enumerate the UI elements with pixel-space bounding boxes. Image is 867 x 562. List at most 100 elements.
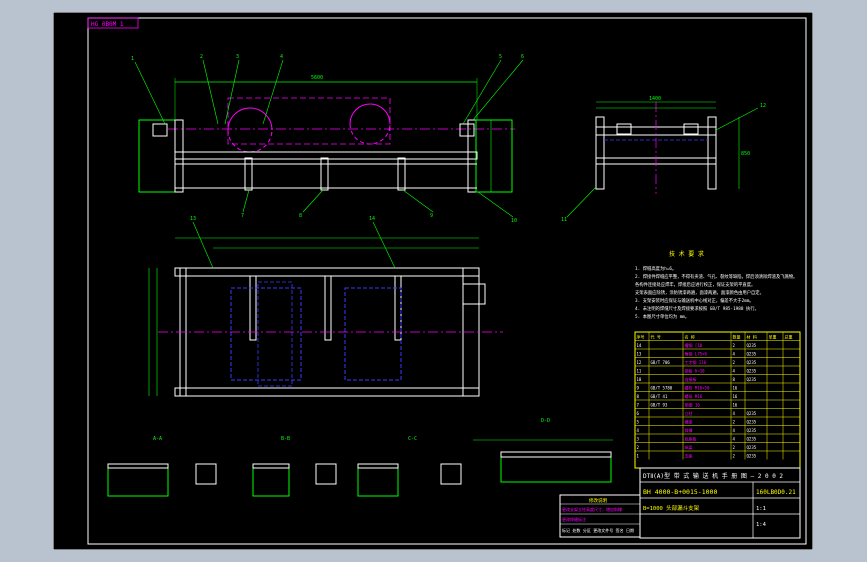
- parts-table-cell: 螺栓 M16×50: [685, 384, 710, 390]
- parts-table-cell: GB/T 41: [651, 394, 668, 399]
- plan-pin-detail: [462, 283, 486, 305]
- dim-total-length-text: 5600: [311, 75, 323, 81]
- section-label-a: A-A: [153, 436, 162, 442]
- leader-6: [472, 59, 524, 121]
- pulley-arc-right: [349, 103, 391, 125]
- parts-table-header-cell: 材 料: [747, 333, 757, 339]
- parts-table-cell: Q235: [747, 351, 757, 356]
- section-b-outline: [252, 463, 290, 497]
- side-view[interactable]: 1400 850 11 12: [561, 96, 766, 223]
- parts-table-cell: GB/T 706: [651, 360, 671, 365]
- revision-header: 修改说明: [589, 497, 607, 504]
- plan-leader-14: [372, 221, 396, 269]
- balloon-8: 8: [299, 213, 302, 219]
- balloon-5: 5: [499, 54, 502, 60]
- cad-drawing-svg[interactable]: HG 0B0M 1 5600 1 2 3 4 5 6 7 8 9 10 1400…: [53, 12, 813, 550]
- front-elevation-view[interactable]: 5600 1 2 3 4 5 6 7 8 9 10: [131, 54, 524, 224]
- section-details[interactable]: A-A B-B C-C D-D: [107, 418, 613, 497]
- parts-table-cell: 2: [733, 453, 736, 458]
- side-bearing-right: [683, 123, 699, 135]
- parts-table-cell: Q235: [747, 453, 757, 458]
- parts-table-cell: 2: [733, 360, 736, 365]
- leader-5: [462, 59, 502, 125]
- parts-table-cell: 16: [733, 394, 738, 399]
- leader-7: [242, 189, 250, 213]
- outer-border: [53, 12, 813, 550]
- revision-row-2: 更改焊缝标注: [562, 516, 586, 522]
- plan-view[interactable]: 13 14: [148, 216, 503, 397]
- parts-table-cell: 3: [637, 436, 640, 441]
- parts-table-cell: Q235: [747, 419, 757, 424]
- balloon-13: 13: [190, 216, 196, 222]
- revision-row-1: 更改支架立柱高度尺寸，增加斜撑: [562, 506, 622, 512]
- note-2: 2. 焊接件焊缝应平整，不得有夹渣、气孔、裂纹等缺陷，焊后须清除焊渣及飞溅物。: [635, 273, 797, 280]
- parts-table[interactable]: 序号代 号名 称数量材 料单重 总重14 槽钢 [10 2 Q23513 角钢 L75×6…: [634, 331, 801, 469]
- right-support-outline: [475, 119, 513, 193]
- section-b-profile: [315, 463, 337, 485]
- sheet-mark: 1:4: [756, 522, 767, 528]
- parts-table-cell: 2: [733, 445, 736, 450]
- parts-table-cell: 9: [637, 385, 640, 390]
- part-name: B=1000 头部漏斗支架: [643, 504, 700, 512]
- parts-table-cell: 16: [733, 385, 738, 390]
- section-a-profile: [195, 463, 217, 485]
- title-block[interactable]: DTⅡ(A)型 带 式 输 送 机 手 册 图 — 2 0 0 2 BH 400…: [639, 467, 801, 539]
- side-bearing-left: [616, 123, 632, 135]
- parts-table-cell: 7: [637, 402, 640, 407]
- section-d-plate: [500, 451, 612, 458]
- note-3: 各构件连接处应焊牢，焊接后应进行校正，保证支架的平直度。: [635, 281, 755, 288]
- parts-table-cell: 4: [733, 368, 736, 373]
- parts-table-cell: GB/T 5780: [651, 385, 673, 390]
- drawing-number: 160LB0D0.21: [756, 489, 796, 496]
- leader-2: [202, 59, 219, 125]
- section-c-outline: [357, 463, 399, 497]
- note-4: 支架表面应除锈，涂防锈漆两遍，面漆两遍，面漆颜色由用户自定。: [635, 289, 764, 296]
- balloon-6: 6: [521, 54, 524, 60]
- side-dim-height-text: 850: [741, 151, 750, 157]
- bearing-block-right: [459, 123, 475, 137]
- parts-table-cell: Q235: [747, 411, 757, 416]
- notes-title: 技 术 要 求: [669, 250, 704, 258]
- left-support-outline: [138, 119, 176, 193]
- balloon-11: 11: [561, 217, 567, 223]
- parts-table-cell: 4: [733, 428, 736, 433]
- parts-table-cell: 5: [637, 419, 640, 424]
- revision-block: 修改说明 更改支架立柱高度尺寸，增加斜撑 更改焊缝标注 标记 处数 分区 更改文…: [559, 494, 641, 538]
- note-5: 3. 支架安装时应保证与输送机中心线对正，偏差不大于2mm。: [635, 297, 754, 304]
- plan-cross-1: [249, 275, 257, 341]
- revision-row-3: 标记 处数 分区 更改文件号 签名 日期: [562, 527, 634, 533]
- leg-1: [244, 157, 253, 191]
- parts-table-cell: 11: [637, 368, 642, 373]
- left-post: [174, 119, 184, 193]
- frame-tag-text: HG 0B0M 1: [91, 21, 124, 28]
- parts-table-cell: GB/T 93: [651, 402, 668, 407]
- parts-table-cell: 螺母 M16: [685, 393, 703, 399]
- parts-table-cell: Q235: [747, 445, 757, 450]
- parts-table-header-cell: 单重: [769, 333, 777, 339]
- parts-table-header-cell: 名 称: [685, 333, 695, 339]
- section-a-outline: [107, 463, 169, 497]
- application-viewport: HG 0B0M 1 5600 1 2 3 4 5 6 7 8 9 10 1400…: [0, 0, 867, 562]
- plan-cross-3: [394, 275, 402, 341]
- parts-table-cell: 垫圈 16: [685, 401, 701, 407]
- parts-table-cell: Q235: [747, 436, 757, 441]
- section-label-b: B-B: [281, 436, 290, 442]
- drawing-scale: 1:1: [756, 506, 766, 512]
- parts-table-cell: 连接板: [685, 376, 697, 382]
- leader-4: [262, 59, 284, 125]
- balloon-2: 2: [200, 54, 203, 60]
- side-dim-width-text: 1400: [649, 96, 661, 102]
- plan-top-beam: [174, 267, 480, 277]
- title-line-2: BH 4000-B+0015-1000: [643, 488, 717, 496]
- parts-table-cell: 角钢 L75×6: [685, 350, 708, 356]
- parts-table-cell: 8: [733, 377, 736, 382]
- note-6: 4. 未注明的焊缝尺寸及焊接要求按照 GB/T 985-1988 执行。: [635, 305, 759, 312]
- balloon-1: 1: [131, 56, 134, 62]
- leg-2: [320, 157, 329, 191]
- parts-table-cell: 2: [733, 419, 736, 424]
- parts-table-cell: 2: [733, 343, 736, 348]
- drawing-canvas[interactable]: HG 0B0M 1 5600 1 2 3 4 5 6 7 8 9 10 1400…: [53, 12, 813, 550]
- parts-table-cell: Q235: [747, 428, 757, 433]
- balloon-3: 3: [236, 54, 239, 60]
- parts-table-cell: 横梁: [685, 418, 693, 424]
